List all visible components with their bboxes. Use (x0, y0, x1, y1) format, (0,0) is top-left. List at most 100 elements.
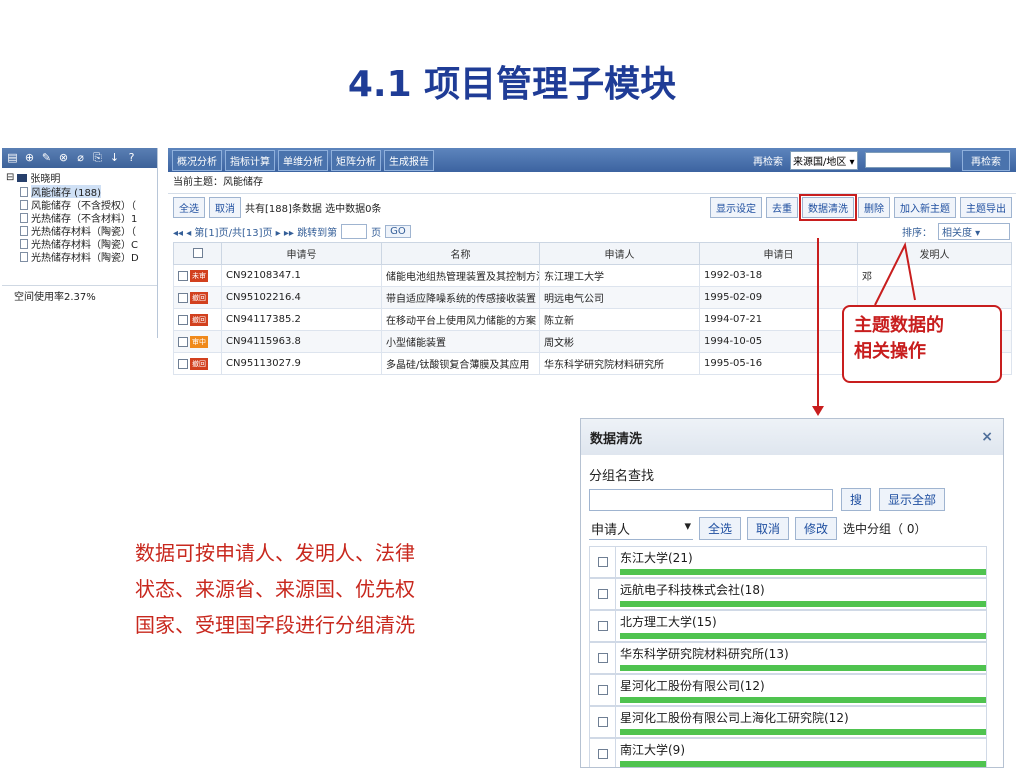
group-cancel-button[interactable]: 取消 (747, 517, 790, 540)
research-input[interactable] (865, 152, 951, 168)
group-name: 星河化工股份有限公司(12) (620, 679, 765, 693)
topic-export-button[interactable]: 主题导出 (960, 196, 1012, 218)
cell-app-no[interactable]: CN94115963.8 (221, 330, 382, 353)
row-checkbox[interactable] (178, 358, 188, 369)
group-list-item[interactable]: 南江大学(9) (589, 738, 987, 767)
tree-item[interactable]: 风能储存（不含授权）（ (2, 198, 157, 211)
tree-item[interactable]: 光热储存（不含材料）1 (2, 211, 157, 224)
tree-item[interactable]: 光热储存材料（陶瓷）D (2, 250, 157, 263)
column-header[interactable]: 申请日 (699, 242, 858, 265)
cell-date: 1994-07-21 (699, 308, 858, 331)
cell-name[interactable]: 小型储能装置 (381, 330, 540, 353)
group-select-all-button[interactable]: 全选 (699, 517, 742, 540)
row-checkbox[interactable] (178, 270, 188, 281)
tab-matrix[interactable]: 矩阵分析 (331, 149, 381, 171)
dialog-title: 数据清洗 (590, 431, 643, 447)
row-checkbox-cell[interactable]: 未审 (173, 264, 222, 287)
column-header[interactable]: 申请号 (221, 242, 382, 265)
row-checkbox-cell[interactable]: 撤回 (173, 308, 222, 331)
cell-name[interactable]: 储能电池组热管理装置及其控制方法 (381, 264, 540, 287)
tree-item[interactable]: 光热储存材料（陶瓷）（ (2, 224, 157, 237)
row-checkbox[interactable] (178, 292, 188, 303)
select-all-checkbox[interactable] (192, 248, 203, 258)
group-list-item[interactable]: 北方理工大学(15) (589, 610, 987, 642)
sort-select[interactable]: 相关度 ▾ (938, 222, 1010, 240)
delete-icon[interactable]: ⊗ (57, 151, 70, 165)
group-checkbox[interactable] (597, 557, 608, 567)
go-button[interactable]: GO (385, 224, 411, 238)
group-checkbox[interactable] (597, 589, 608, 599)
group-checkbox-cell[interactable] (590, 579, 616, 609)
tab-single-dimension[interactable]: 单维分析 (278, 149, 328, 171)
add-icon[interactable]: ⊕ (23, 151, 36, 165)
cell-name[interactable]: 多晶硅/钛酸钡复合薄膜及其应用 (381, 352, 540, 375)
group-field-select[interactable]: 申请人 ▾ (589, 518, 693, 540)
group-checkbox[interactable] (597, 621, 608, 631)
group-checkbox[interactable] (597, 685, 608, 695)
display-settings-button[interactable]: 显示设定 (710, 196, 762, 218)
group-checkbox-cell[interactable] (590, 707, 616, 737)
pager-text[interactable]: ◂◂ ◂ 第[1]页/共[13]页 ▸ ▸▸ 跳转到第 (173, 224, 337, 239)
table-row[interactable]: 未审 CN92108347.1 储能电池组热管理装置及其控制方法 东江理工大学 1992… (173, 264, 1012, 287)
column-header[interactable]: 发明人 (857, 242, 1012, 265)
tab-report[interactable]: 生成报告 (384, 149, 434, 171)
clear-icon[interactable]: ⌀ (74, 151, 87, 165)
tab-overview[interactable]: 概况分析 (172, 149, 222, 171)
row-checkbox-cell[interactable]: 撤回 (173, 352, 222, 375)
research-field-select[interactable]: 来源国/地区 ▾ (790, 150, 858, 170)
data-cleaning-button[interactable]: 数据清洗 (799, 193, 857, 221)
cancel-button[interactable]: 取消 (209, 196, 241, 218)
dedupe-button[interactable]: 去重 (766, 196, 798, 218)
group-checkbox-cell[interactable] (590, 643, 616, 673)
tree-item[interactable]: 光热储存材料（陶瓷）C (2, 237, 157, 250)
cell-name[interactable]: 带自适应降噪系统的传感接收装置 (381, 286, 540, 309)
export-icon[interactable]: ⎘ (91, 151, 104, 165)
row-checkbox-cell[interactable]: 撤回 (173, 286, 222, 309)
group-checkbox-cell[interactable] (590, 547, 616, 577)
group-search-input[interactable] (589, 488, 833, 511)
tab-metrics[interactable]: 指标计算 (225, 149, 275, 171)
group-list-item[interactable]: 星河化工股份有限公司(12) (589, 674, 987, 706)
group-list-item[interactable]: 星河化工股份有限公司上海化工研究院(12) (589, 706, 987, 738)
group-checkbox[interactable] (597, 717, 608, 727)
column-header[interactable]: 名称 (381, 242, 540, 265)
research-button[interactable]: 再检索 (962, 149, 1010, 171)
group-checkbox-cell[interactable] (590, 675, 616, 705)
close-icon[interactable]: × (981, 429, 993, 445)
tree-icon[interactable]: ▤ (6, 151, 19, 165)
status-badge: 审中 (190, 335, 208, 348)
cell-app-no[interactable]: CN95113027.9 (221, 352, 382, 375)
cell-app-no[interactable]: CN95102216.4 (221, 286, 382, 309)
document-icon (20, 212, 28, 223)
cell-app-no[interactable]: CN94117385.2 (221, 308, 382, 331)
delete-button[interactable]: 删除 (858, 196, 890, 218)
select-all-button[interactable]: 全选 (173, 196, 205, 218)
group-modify-button[interactable]: 修改 (795, 517, 838, 540)
description-line: 国家、受理国字段进行分组清洗 (135, 613, 415, 637)
row-checkbox[interactable] (178, 336, 188, 347)
tree-root[interactable]: ⊟ 张晓明 (2, 168, 157, 185)
row-checkbox-cell[interactable]: 审中 (173, 330, 222, 353)
group-list-item[interactable]: 东江大学(21) (589, 546, 987, 578)
row-checkbox[interactable] (178, 314, 188, 325)
group-list-item[interactable]: 远航电子科技株式会社(18) (589, 578, 987, 610)
edit-icon[interactable]: ✎ (40, 151, 53, 165)
group-search-button[interactable]: 搜 (841, 488, 872, 511)
group-checkbox[interactable] (597, 749, 608, 759)
group-name: 星河化工股份有限公司上海化工研究院(12) (620, 711, 849, 725)
group-checkbox-cell[interactable] (590, 739, 616, 767)
download-icon[interactable]: ↓ (108, 151, 121, 165)
tree-item[interactable]: 风能储存 (188) (2, 185, 157, 198)
column-header[interactable]: 申请人 (539, 242, 700, 265)
header-checkbox-cell[interactable] (173, 242, 222, 265)
cell-app-no[interactable]: CN92108347.1 (221, 264, 382, 287)
help-icon[interactable]: ? (125, 151, 138, 165)
collapse-icon[interactable]: ⊟ (6, 172, 14, 183)
cell-name[interactable]: 在移动平台上使用风力储能的方案 (381, 308, 540, 331)
show-all-button[interactable]: 显示全部 (879, 488, 946, 511)
page-jump-input[interactable] (341, 223, 368, 239)
add-new-topic-button[interactable]: 加入新主题 (894, 196, 956, 218)
group-checkbox-cell[interactable] (590, 611, 616, 641)
group-checkbox[interactable] (597, 653, 608, 663)
group-list-item[interactable]: 华东科学研究院材料研究所(13) (589, 642, 987, 674)
